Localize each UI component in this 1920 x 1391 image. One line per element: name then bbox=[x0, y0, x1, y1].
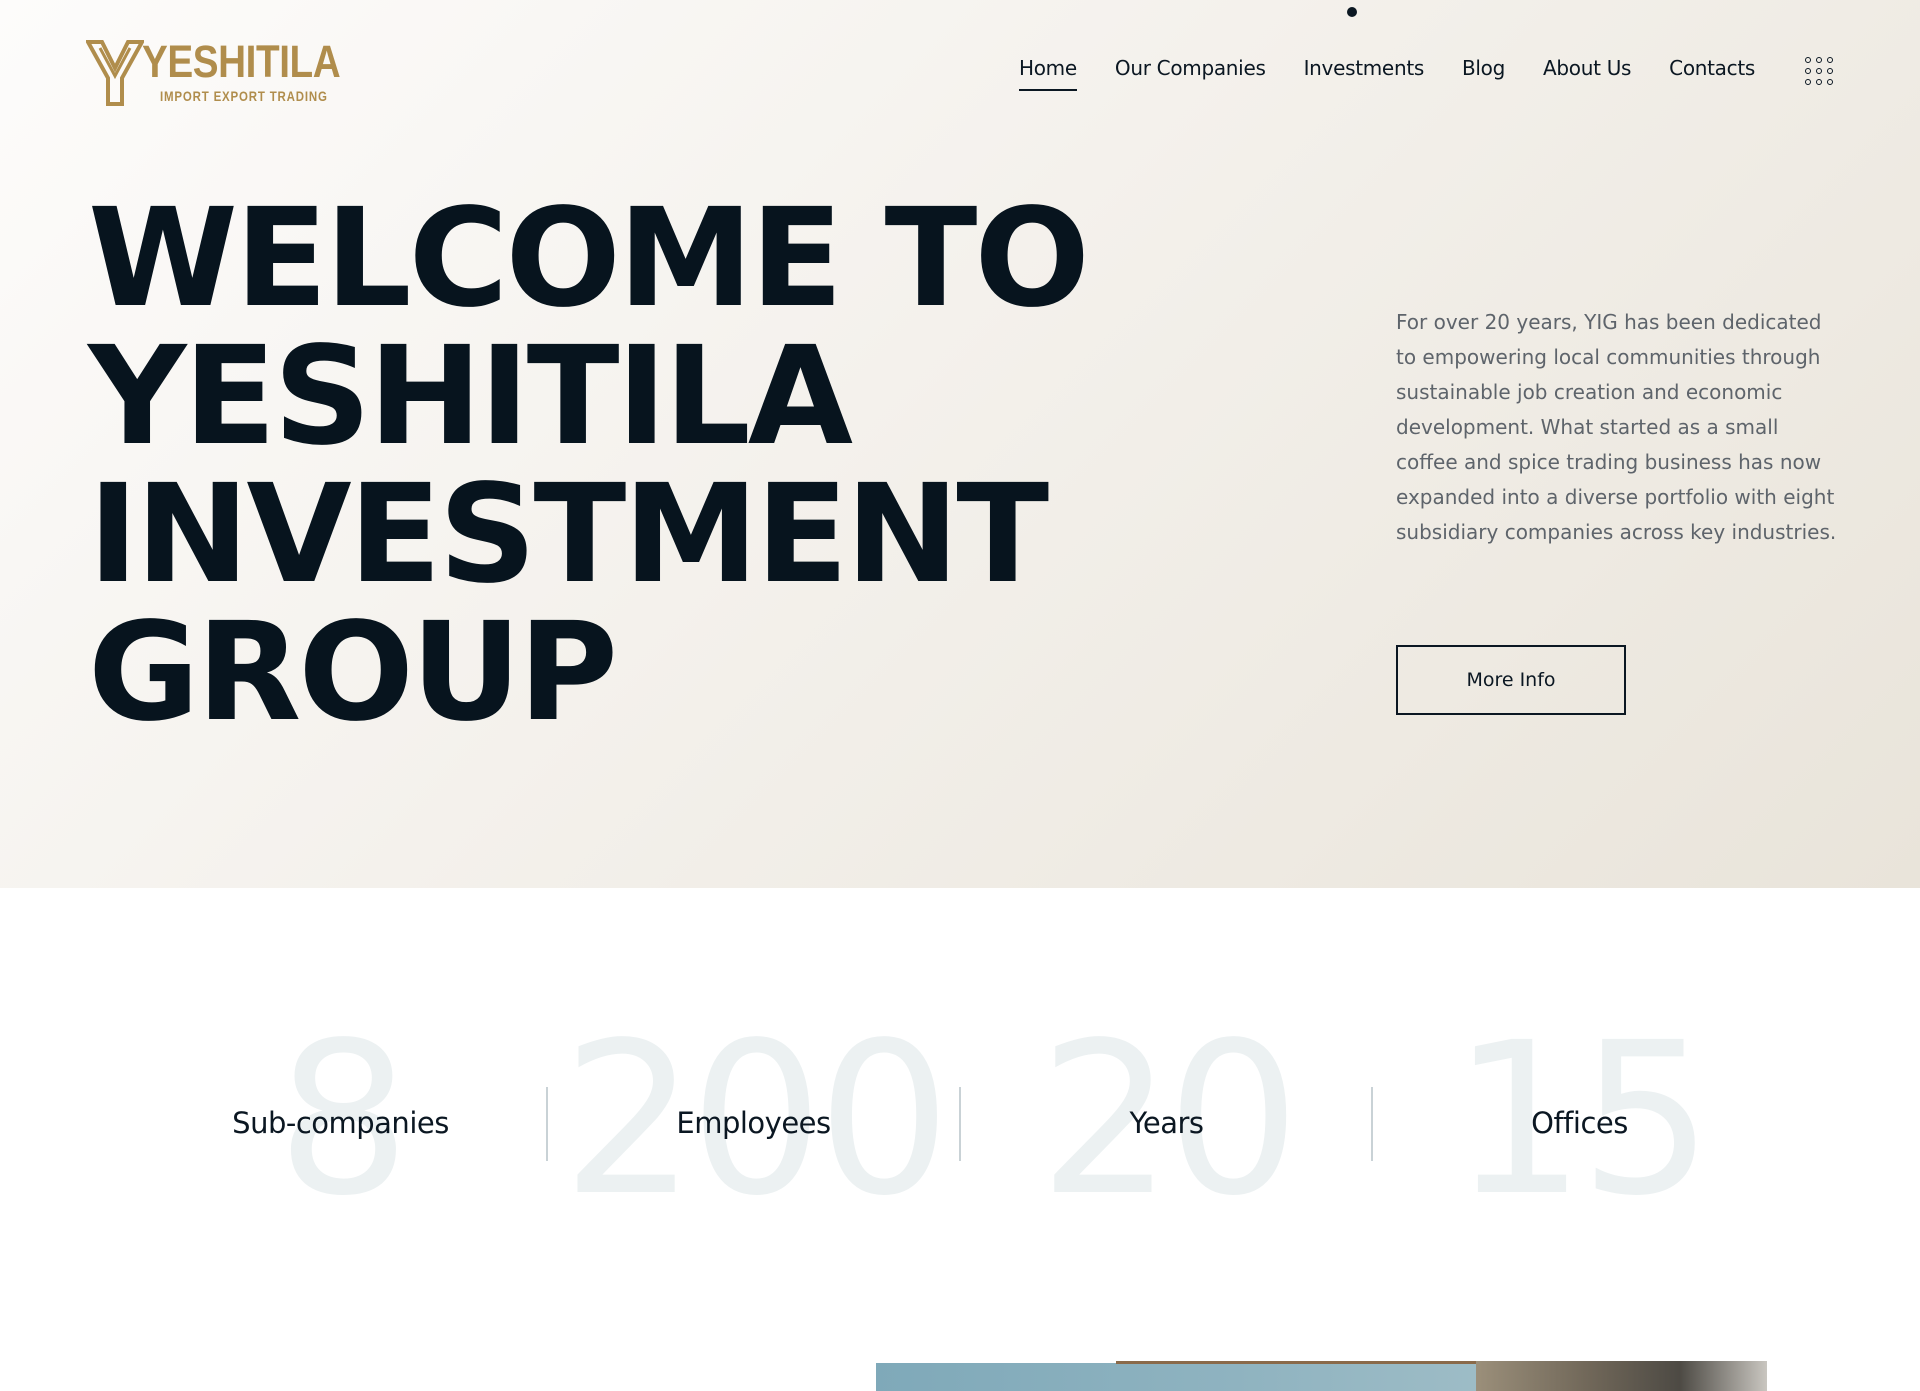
headline-line: YESHITILA bbox=[88, 318, 853, 476]
more-info-button[interactable]: More Info bbox=[1396, 645, 1626, 715]
stat-label: Offices bbox=[1531, 1106, 1628, 1140]
photo-strip bbox=[876, 1361, 1767, 1391]
headline-line: GROUP bbox=[88, 594, 618, 752]
stat-sub-companies: 8 Sub-companies bbox=[134, 1015, 547, 1240]
photo-edge bbox=[1116, 1361, 1476, 1364]
stat-offices: 15 Offices bbox=[1373, 1015, 1786, 1240]
indicator-dot bbox=[1347, 7, 1357, 17]
stat-label: Sub-companies bbox=[232, 1106, 449, 1140]
headline-line: INVESTMENT bbox=[88, 456, 1049, 614]
nav-item-home[interactable]: Home bbox=[1019, 56, 1077, 91]
logo[interactable]: YESHITILA IMPORT EXPORT TRADING bbox=[86, 38, 341, 108]
hero-intro-text: For over 20 years, YIG has been dedicate… bbox=[1396, 310, 1837, 544]
main-nav: Home Our Companies Investments Blog Abou… bbox=[1019, 56, 1755, 91]
stat-divider bbox=[959, 1087, 961, 1161]
logo-tagline: IMPORT EXPORT TRADING bbox=[160, 88, 328, 104]
logo-name: YESHITILA bbox=[142, 36, 341, 87]
headline-line: WELCOME TO bbox=[88, 180, 1090, 338]
nav-item-blog[interactable]: Blog bbox=[1462, 56, 1505, 80]
hero-headline: WELCOME TO YESHITILA INVESTMENT GROUP bbox=[88, 180, 1090, 752]
nav-item-our-companies[interactable]: Our Companies bbox=[1115, 56, 1266, 80]
photo-image bbox=[1476, 1361, 1767, 1391]
nav-item-about-us[interactable]: About Us bbox=[1543, 56, 1631, 80]
grid-menu-icon[interactable] bbox=[1805, 57, 1833, 85]
photo-image bbox=[876, 1363, 1476, 1391]
stat-label: Employees bbox=[676, 1106, 831, 1140]
stat-label: Years bbox=[1129, 1106, 1204, 1140]
stat-divider bbox=[546, 1087, 548, 1161]
logo-y-icon bbox=[86, 40, 144, 106]
stat-employees: 200 Employees bbox=[547, 1015, 960, 1240]
stat-years: 20 Years bbox=[960, 1015, 1373, 1240]
nav-item-contacts[interactable]: Contacts bbox=[1669, 56, 1755, 80]
nav-item-investments[interactable]: Investments bbox=[1304, 56, 1425, 80]
stat-divider bbox=[1371, 1087, 1373, 1161]
